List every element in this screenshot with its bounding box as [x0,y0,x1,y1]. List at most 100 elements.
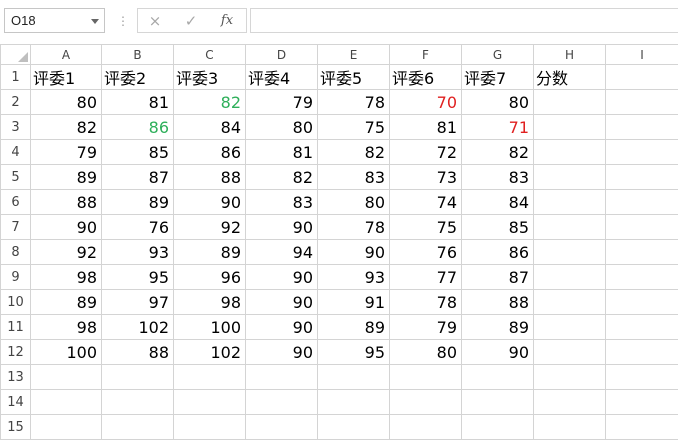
cell-c11[interactable]: 100 [174,315,246,340]
cell-a15[interactable] [31,415,102,440]
cell-g6[interactable]: 84 [462,190,534,215]
cell-e5[interactable]: 83 [318,165,390,190]
cell-h4[interactable] [534,140,606,165]
cancel-icon[interactable]: × [144,11,166,31]
column-header-h[interactable]: H [534,45,606,65]
row-header-3[interactable]: 3 [1,115,31,140]
cell-h6[interactable] [534,190,606,215]
cell-g3[interactable]: 71 [462,115,534,140]
cell-c9[interactable]: 96 [174,265,246,290]
cell-e7[interactable]: 78 [318,215,390,240]
column-header-d[interactable]: D [246,45,318,65]
cell-e11[interactable]: 89 [318,315,390,340]
cell-h1[interactable]: 分数 [534,65,606,90]
cell-i4[interactable] [606,140,678,165]
cell-g14[interactable] [462,390,534,415]
cell-f9[interactable]: 77 [390,265,462,290]
cell-i15[interactable] [606,415,678,440]
cell-f15[interactable] [390,415,462,440]
cell-c12[interactable]: 102 [174,340,246,365]
cell-d12[interactable]: 90 [246,340,318,365]
cell-e6[interactable]: 80 [318,190,390,215]
name-box[interactable]: O18 [4,8,105,33]
cell-c15[interactable] [174,415,246,440]
cell-a7[interactable]: 90 [31,215,102,240]
cell-d1[interactable]: 评委4 [246,65,318,90]
cell-i6[interactable] [606,190,678,215]
cell-a10[interactable]: 89 [31,290,102,315]
column-header-a[interactable]: A [31,45,102,65]
cell-b15[interactable] [102,415,174,440]
cell-g7[interactable]: 85 [462,215,534,240]
cell-i7[interactable] [606,215,678,240]
row-header-13[interactable]: 13 [1,365,31,390]
cell-a6[interactable]: 88 [31,190,102,215]
cell-f6[interactable]: 74 [390,190,462,215]
row-header-14[interactable]: 14 [1,390,31,415]
column-header-f[interactable]: F [390,45,462,65]
cell-e2[interactable]: 78 [318,90,390,115]
cell-f2[interactable]: 70 [390,90,462,115]
cell-a3[interactable]: 82 [31,115,102,140]
cell-d3[interactable]: 80 [246,115,318,140]
cell-g11[interactable]: 89 [462,315,534,340]
row-header-2[interactable]: 2 [1,90,31,115]
row-header-10[interactable]: 10 [1,290,31,315]
cell-d13[interactable] [246,365,318,390]
cell-f3[interactable]: 81 [390,115,462,140]
cell-h14[interactable] [534,390,606,415]
cell-d6[interactable]: 83 [246,190,318,215]
cell-f11[interactable]: 79 [390,315,462,340]
cell-g2[interactable]: 80 [462,90,534,115]
cell-c6[interactable]: 90 [174,190,246,215]
cell-i3[interactable] [606,115,678,140]
cell-e1[interactable]: 评委5 [318,65,390,90]
row-header-8[interactable]: 8 [1,240,31,265]
row-header-4[interactable]: 4 [1,140,31,165]
cell-h8[interactable] [534,240,606,265]
cell-g9[interactable]: 87 [462,265,534,290]
cell-c3[interactable]: 84 [174,115,246,140]
cell-i13[interactable] [606,365,678,390]
cell-d11[interactable]: 90 [246,315,318,340]
cell-c1[interactable]: 评委3 [174,65,246,90]
cell-b14[interactable] [102,390,174,415]
cell-i2[interactable] [606,90,678,115]
cell-a4[interactable]: 79 [31,140,102,165]
cell-c8[interactable]: 89 [174,240,246,265]
cell-e4[interactable]: 82 [318,140,390,165]
cell-f1[interactable]: 评委6 [390,65,462,90]
cell-h9[interactable] [534,265,606,290]
row-header-11[interactable]: 11 [1,315,31,340]
cell-d2[interactable]: 79 [246,90,318,115]
row-header-5[interactable]: 5 [1,165,31,190]
cell-e15[interactable] [318,415,390,440]
cell-i8[interactable] [606,240,678,265]
cell-a11[interactable]: 98 [31,315,102,340]
cell-d8[interactable]: 94 [246,240,318,265]
cell-b2[interactable]: 81 [102,90,174,115]
cell-i1[interactable] [606,65,678,90]
cell-c13[interactable] [174,365,246,390]
cell-i11[interactable] [606,315,678,340]
cell-c5[interactable]: 88 [174,165,246,190]
cell-g5[interactable]: 83 [462,165,534,190]
cell-f7[interactable]: 75 [390,215,462,240]
cell-c2[interactable]: 82 [174,90,246,115]
cell-h5[interactable] [534,165,606,190]
cell-h12[interactable] [534,340,606,365]
row-header-6[interactable]: 6 [1,190,31,215]
cell-h13[interactable] [534,365,606,390]
cell-b6[interactable]: 89 [102,190,174,215]
cell-b9[interactable]: 95 [102,265,174,290]
cell-e12[interactable]: 95 [318,340,390,365]
cell-g13[interactable] [462,365,534,390]
column-header-c[interactable]: C [174,45,246,65]
cell-e3[interactable]: 75 [318,115,390,140]
cell-b8[interactable]: 93 [102,240,174,265]
cell-h7[interactable] [534,215,606,240]
cell-d5[interactable]: 82 [246,165,318,190]
cell-f10[interactable]: 78 [390,290,462,315]
cell-g8[interactable]: 86 [462,240,534,265]
row-header-15[interactable]: 15 [1,415,31,440]
